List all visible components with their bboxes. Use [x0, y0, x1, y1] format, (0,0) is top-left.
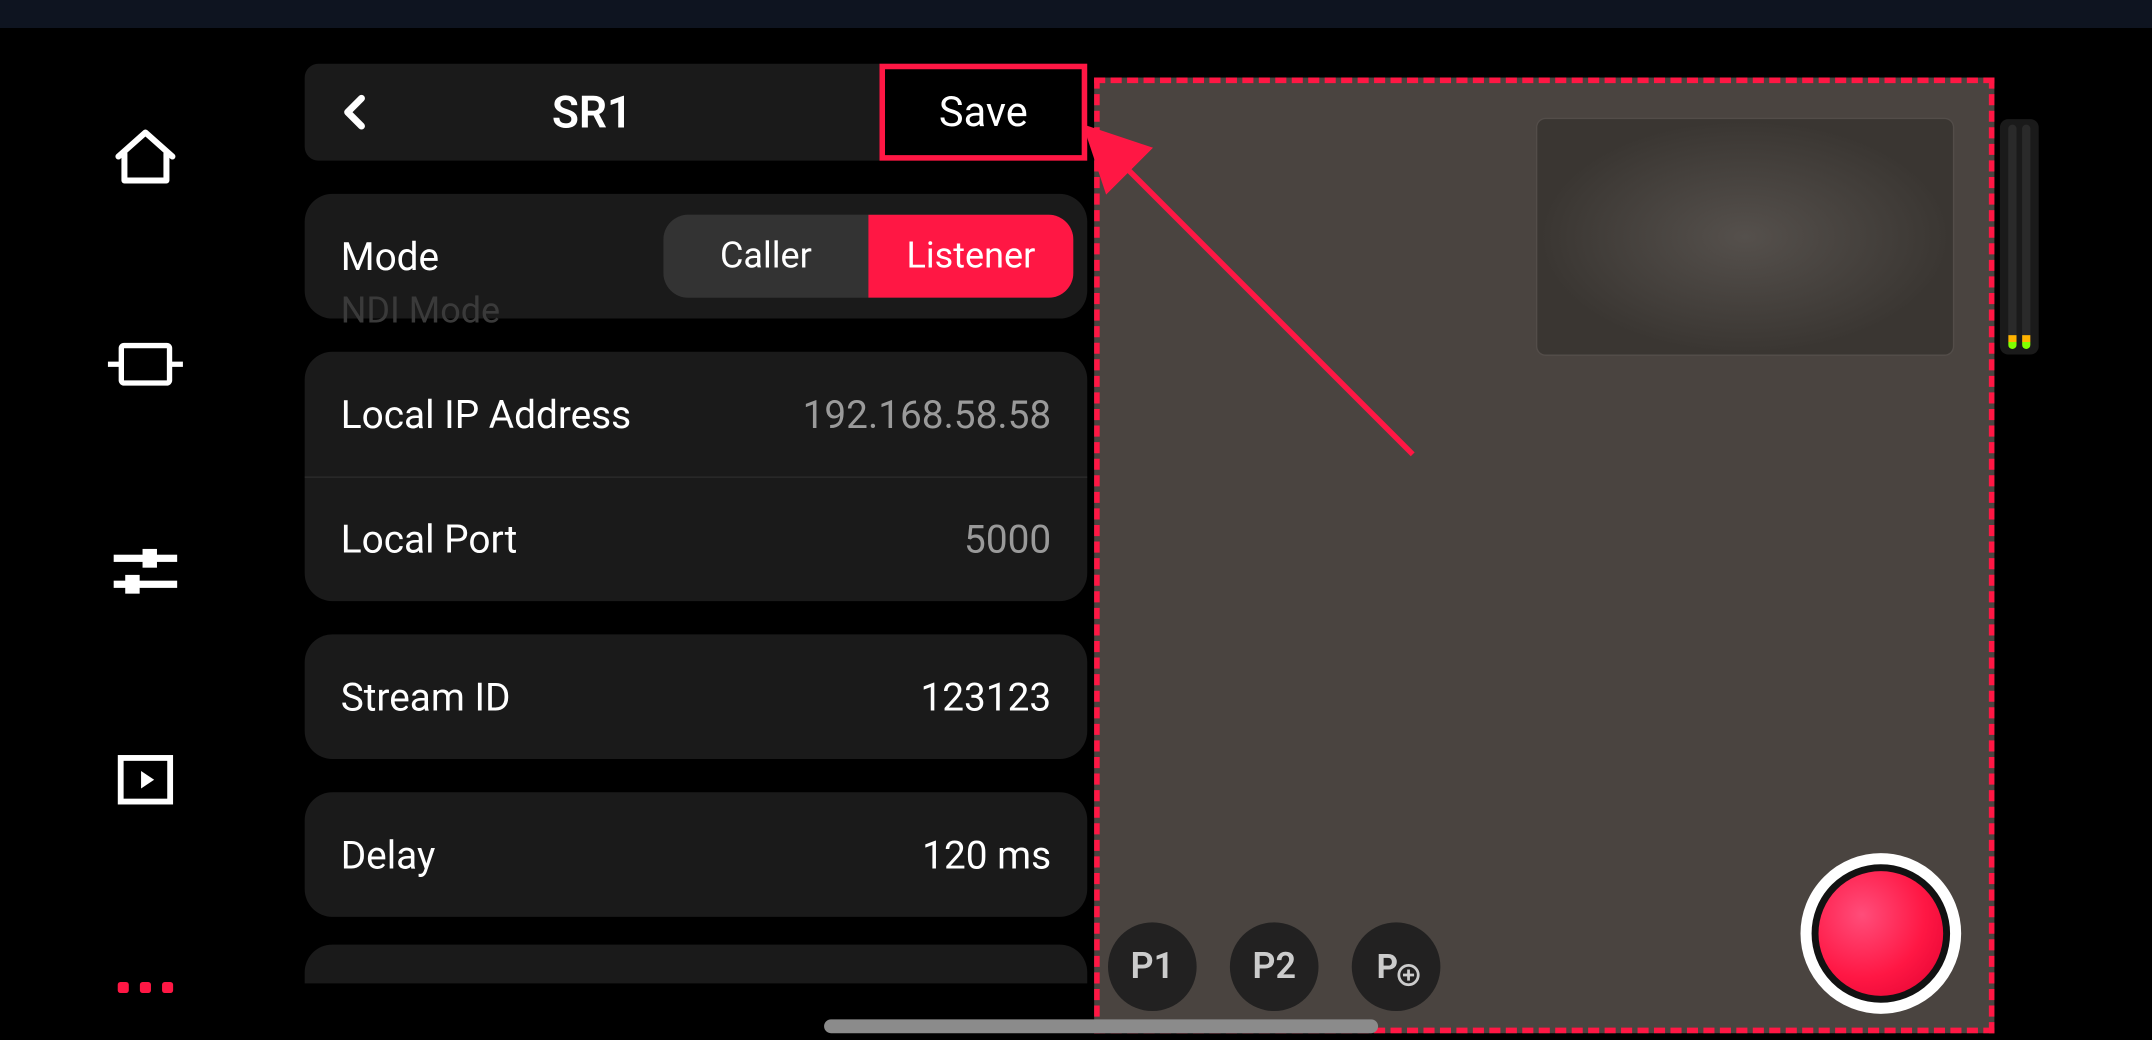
network-card: Local IP Address 192.168.58.58 Local Por… [305, 352, 1088, 601]
streamid-row[interactable]: Stream ID 123123 [305, 634, 1088, 759]
delay-card: Delay 120 ms [305, 792, 1088, 917]
delay-label: Delay [341, 832, 436, 878]
local-port-row[interactable]: Local Port 5000 [305, 476, 1088, 601]
audio-meter [2000, 119, 2039, 354]
settings-panel: SR1 Save Mode Caller Listener [305, 64, 1088, 1027]
streamid-card: Stream ID 123123 [305, 634, 1088, 759]
local-ip-label: Local IP Address [341, 391, 632, 437]
mode-segmented: Caller Listener [663, 215, 1073, 298]
delay-row[interactable]: Delay 120 ms [305, 792, 1088, 917]
preset-add-button[interactable]: P [1352, 922, 1441, 1011]
mode-label: Mode [341, 233, 439, 279]
save-button[interactable]: Save [879, 64, 1087, 161]
home-icon[interactable] [104, 122, 187, 191]
app-top-bar [0, 0, 2152, 28]
local-ip-row[interactable]: Local IP Address 192.168.58.58 [305, 352, 1088, 477]
record-icon [1819, 871, 1944, 996]
mode-card: Mode Caller Listener NDI Mode [305, 194, 1088, 319]
svg-text:P: P [1377, 948, 1398, 987]
panel-header: SR1 [305, 64, 880, 161]
preset-2-button[interactable]: P2 [1230, 922, 1319, 1011]
page-title: SR1 [327, 86, 857, 139]
ghost-mode-label: NDI Mode [341, 291, 500, 333]
preview-pane[interactable]: P1 P2 P [1094, 78, 1994, 1034]
mode-caller-label: Caller [720, 235, 812, 277]
record-button[interactable] [1801, 853, 1962, 1014]
play-box-icon[interactable] [104, 745, 187, 814]
preset-2-label: P2 [1252, 946, 1296, 988]
mode-caller-button[interactable]: Caller [663, 215, 868, 298]
next-card-peek [305, 945, 1088, 984]
camera-frame-icon[interactable] [104, 330, 187, 399]
local-ip-value: 192.168.58.58 [803, 391, 1052, 437]
preview-thumb[interactable] [1537, 119, 1953, 354]
home-indicator [824, 1019, 1378, 1033]
preset-1-label: P1 [1130, 946, 1174, 988]
sidebar [97, 122, 194, 1022]
app-frame: SR1 Save Mode Caller Listener [0, 39, 2151, 1040]
more-icon[interactable] [104, 953, 187, 1022]
delay-value: 120 ms [922, 832, 1051, 878]
mode-listener-label: Listener [906, 235, 1035, 277]
local-port-value: 5000 [964, 517, 1051, 563]
streamid-value: 123123 [920, 674, 1051, 720]
save-button-label: Save [939, 88, 1028, 136]
mode-listener-button[interactable]: Listener [868, 215, 1073, 298]
sliders-icon[interactable] [104, 537, 187, 606]
local-port-label: Local Port [341, 517, 518, 563]
preset-1-button[interactable]: P1 [1108, 922, 1197, 1011]
streamid-label: Stream ID [341, 674, 511, 720]
preset-row: P1 P2 P [1108, 922, 1440, 1011]
